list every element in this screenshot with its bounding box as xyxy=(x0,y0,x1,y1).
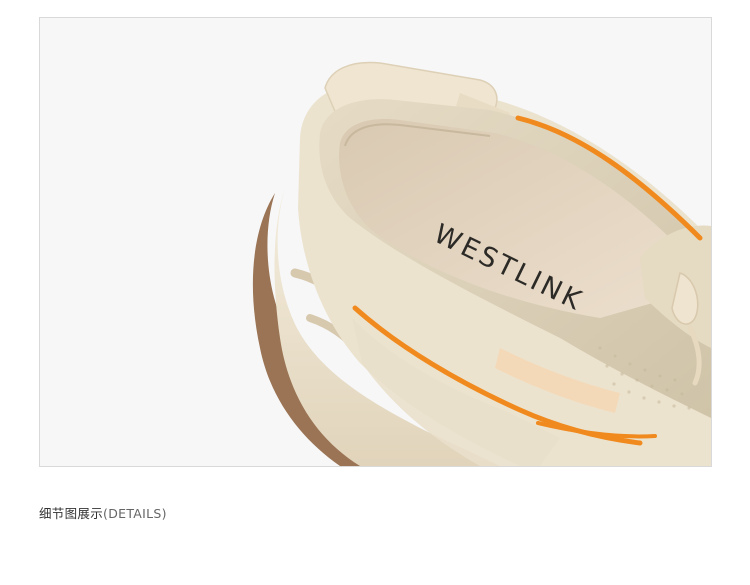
section-caption: 细节图展示(DETAILS) xyxy=(39,503,167,522)
product-detail-image: WESTLINK xyxy=(39,17,712,467)
sneaker-photo-icon: WESTLINK xyxy=(40,18,711,466)
caption-zh: 细节图展示 xyxy=(39,506,104,521)
caption-en: (DETAILS) xyxy=(103,506,167,521)
